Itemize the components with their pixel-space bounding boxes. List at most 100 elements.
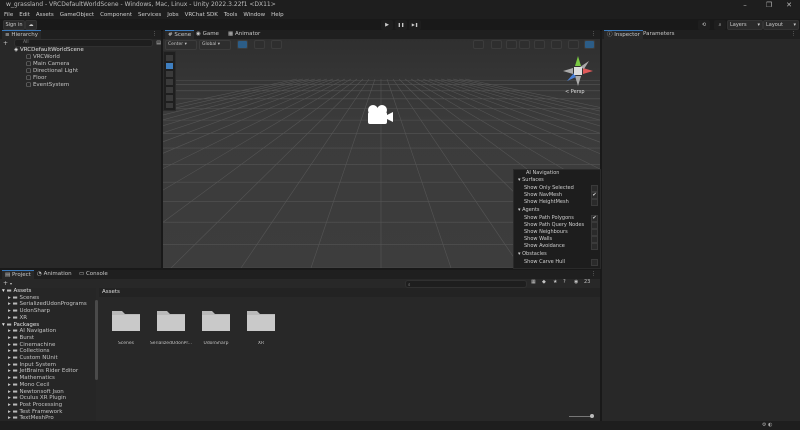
show-carve-hull-checkbox[interactable] <box>591 259 598 266</box>
eye-icon[interactable]: ◉ <box>574 279 578 285</box>
hierarchy-search-input[interactable]: All <box>14 39 154 47</box>
more-options-icon[interactable]: ⋮ <box>591 31 596 37</box>
grid-visibility-icon[interactable] <box>254 40 265 49</box>
lighting-icon[interactable] <box>506 40 517 49</box>
scene-root[interactable]: ◈ VRCDefaultWorldScene <box>14 47 84 53</box>
hidden-packages-count[interactable]: 23 <box>584 279 590 285</box>
hidden-objects-icon[interactable] <box>551 40 562 49</box>
menu-window[interactable]: Window <box>243 12 265 18</box>
layers-dropdown[interactable]: Layers ▾ <box>727 20 763 30</box>
menu-help[interactable]: Help <box>271 12 284 18</box>
section-agents[interactable]: ▾ Agents <box>518 207 540 213</box>
folder-icon[interactable] <box>201 308 231 332</box>
minimize-button[interactable]: – <box>734 0 756 10</box>
search-icon[interactable]: ⌕ <box>714 20 726 30</box>
space-dropdown[interactable]: Global ▾ <box>199 40 231 50</box>
tree-item[interactable]: ▸ ▬ Test Framework <box>8 409 63 415</box>
tree-item[interactable]: ▸ ▬ Mathematics <box>8 375 55 381</box>
project-search-input[interactable]: ⌕ <box>405 280 527 288</box>
tree-item[interactable]: ▸ ▬ JetBrains Rider Editor <box>8 368 78 374</box>
tree-item[interactable]: ▸ ▬ AI Navigation <box>8 328 56 334</box>
tree-item[interactable]: ▸ ▬ Collections <box>8 348 50 354</box>
close-button[interactable]: ✕ <box>778 0 800 10</box>
tree-item[interactable]: ▸ ▬ XR <box>8 315 27 321</box>
tab-parameters[interactable]: Parameters <box>640 30 677 39</box>
hierarchy-item[interactable]: ▢ VRCWorld <box>26 54 60 60</box>
menu-services[interactable]: Services <box>138 12 161 18</box>
gizmos-icon[interactable] <box>584 40 595 49</box>
status-icons[interactable]: ⚙ ◐ <box>762 422 772 428</box>
zoom-slider-thumb[interactable] <box>590 414 594 418</box>
section-obstacles[interactable]: ▾ Obstacles <box>518 251 547 257</box>
folder-icon[interactable] <box>246 308 276 332</box>
show-path-polygons-checkbox[interactable]: ✔ <box>591 215 598 222</box>
tree-root-assets[interactable]: ▾ ▬ Assets <box>2 288 31 294</box>
pause-button[interactable]: ❚❚ <box>395 20 407 30</box>
move-tool-icon[interactable] <box>166 63 173 69</box>
transform-tool-icon[interactable] <box>166 95 173 101</box>
camera-settings-icon[interactable] <box>568 40 579 49</box>
effects-icon[interactable] <box>534 40 545 49</box>
maximize-button[interactable]: ❐ <box>758 0 780 10</box>
menu-edit[interactable]: Edit <box>19 12 30 18</box>
folder-icon[interactable] <box>111 308 141 332</box>
section-surfaces[interactable]: ▾ Surfaces <box>518 177 544 183</box>
hierarchy-item[interactable]: ▢ EventSystem <box>26 82 69 88</box>
menu-gameobject[interactable]: GameObject <box>60 12 94 18</box>
chevron-down-icon[interactable]: ▾ <box>10 281 12 286</box>
menu-jobs[interactable]: Jobs <box>167 12 178 18</box>
favorite-icon[interactable]: ★ <box>553 279 557 285</box>
filter-by-type-icon[interactable]: ▦ <box>531 279 536 285</box>
tree-item[interactable]: ▸ ▬ Oculus XR Plugin <box>8 395 66 401</box>
tree-item[interactable]: ▸ ▬ Cinemachine <box>8 342 55 348</box>
show-neighbours-checkbox[interactable] <box>591 229 598 236</box>
menu-assets[interactable]: Assets <box>36 12 54 18</box>
menu-file[interactable]: File <box>4 12 13 18</box>
rotate-tool-icon[interactable] <box>166 71 173 77</box>
hierarchy-item[interactable]: ▢ Floor <box>26 75 47 81</box>
tab-console[interactable]: ▭ Console <box>76 270 111 279</box>
hierarchy-item[interactable]: ▢ Directional Light <box>26 68 78 74</box>
hand-tool-icon[interactable] <box>166 55 173 61</box>
custom-tool-icon[interactable] <box>166 103 173 108</box>
menu-component[interactable]: Component <box>100 12 132 18</box>
tree-item[interactable]: ▸ ▬ SerializedUdonPrograms <box>8 301 87 307</box>
cloud-icon[interactable]: ☁ <box>25 20 37 30</box>
tree-item[interactable]: ▸ ▬ Scenes <box>8 295 39 301</box>
audio-icon[interactable] <box>519 40 530 49</box>
breadcrumb-assets[interactable]: Assets <box>102 289 120 295</box>
show-path-query-nodes-checkbox[interactable] <box>591 222 598 229</box>
show-heightmesh-checkbox[interactable] <box>591 199 598 206</box>
tree-root-packages[interactable]: ▾ ▬ Packages <box>2 322 39 328</box>
tree-item[interactable]: ▸ ▬ UdonSharp <box>8 308 50 314</box>
persp-label[interactable]: < Persp <box>565 89 585 95</box>
tab-inspector[interactable]: ⓘ Inspector <box>604 30 643 40</box>
layout-dropdown[interactable]: Layout ▾ <box>763 20 799 30</box>
add-button[interactable]: + <box>3 40 8 47</box>
folder-icon[interactable] <box>156 308 186 332</box>
hierarchy-item[interactable]: ▢ Main Camera <box>26 61 69 67</box>
camera-gizmo-icon[interactable] <box>365 104 395 126</box>
history-icon[interactable]: ⟲ <box>698 20 710 30</box>
tab-animator[interactable]: ▦ Animator <box>225 30 263 39</box>
tree-item[interactable]: ▸ ▬ Input System <box>8 362 56 368</box>
more-options-icon[interactable]: ⋮ <box>152 31 157 37</box>
tree-item[interactable]: ▸ ▬ Post Processing <box>8 402 62 408</box>
sign-in-button[interactable]: Sign in <box>3 20 25 30</box>
tree-scrollbar[interactable] <box>95 300 98 380</box>
more-options-icon[interactable]: ⋮ <box>591 271 596 277</box>
show-navmesh-checkbox[interactable]: ✔ <box>591 192 598 199</box>
tree-item[interactable]: ▸ ▬ Newtonsoft Json <box>8 389 64 395</box>
2d-toggle-icon[interactable] <box>491 40 502 49</box>
tree-item[interactable]: ▸ ▬ Custom NUnit <box>8 355 58 361</box>
rect-tool-icon[interactable] <box>166 87 173 93</box>
show-only-selected-checkbox[interactable] <box>591 185 598 192</box>
scale-tool-icon[interactable] <box>166 79 173 85</box>
increment-snap-icon[interactable] <box>271 40 282 49</box>
lock-icon[interactable]: ▤ <box>156 40 161 46</box>
menu-vrchat-sdk[interactable]: VRChat SDK <box>185 12 218 18</box>
show-walls-checkbox[interactable] <box>591 236 598 243</box>
shading-mode-icon[interactable] <box>473 40 484 49</box>
more-options-icon[interactable]: ⋮ <box>791 31 796 37</box>
filter-by-label-icon[interactable]: ◆ <box>542 279 546 285</box>
